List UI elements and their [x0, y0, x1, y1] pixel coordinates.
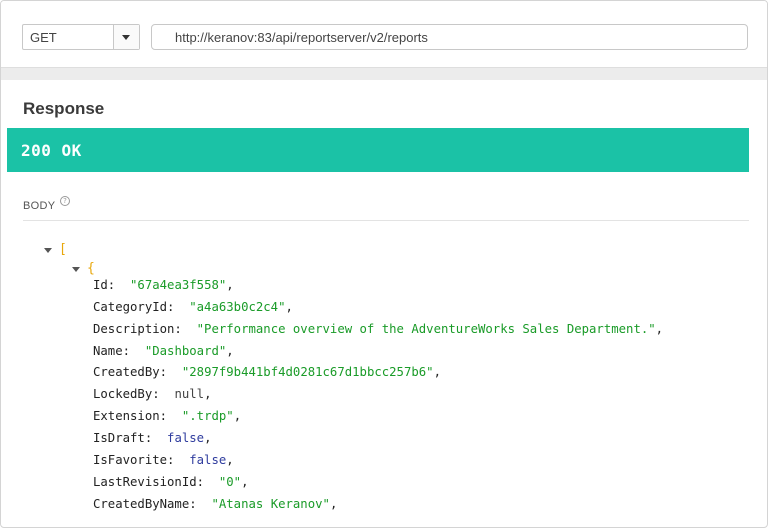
json-field-row: IsDraft: false,	[93, 431, 211, 445]
json-value: "Atanas Keranov"	[211, 496, 330, 511]
json-value: "2897f9b441bf4d0281c67d1bbcc257b6"	[181, 365, 434, 380]
json-key: IsDraft:	[93, 430, 153, 445]
json-field-row: CategoryId: "a4a63b0c2c4",	[93, 300, 293, 314]
json-key: IsFavorite:	[93, 452, 175, 467]
section-divider-strip	[1, 67, 767, 80]
json-value: false	[189, 452, 227, 467]
json-separator: ,	[433, 365, 441, 380]
json-separator: ,	[226, 278, 234, 292]
json-field-row: IsFavorite: false,	[93, 453, 234, 467]
json-key: Name:	[93, 343, 131, 358]
collapse-array-toggle-icon[interactable]	[44, 248, 52, 253]
json-field-row: Description: "Performance overview of th…	[93, 322, 663, 336]
json-separator: ,	[233, 409, 242, 424]
json-separator: ,	[226, 452, 234, 467]
json-field-row: LastRevisionId: "0",	[93, 475, 249, 489]
json-value: "Performance overview of the AdventureWo…	[196, 321, 656, 336]
json-field-row: Id: "67a4ea3f558",	[93, 278, 234, 292]
json-key: LastRevisionId:	[93, 474, 205, 489]
collapse-object-toggle-icon[interactable]	[72, 267, 80, 272]
json-value: "67a4ea3f558"	[130, 278, 227, 292]
json-key: Description:	[93, 321, 182, 336]
json-key: CreatedByName:	[93, 496, 197, 511]
body-divider	[23, 220, 749, 221]
url-input[interactable]	[151, 24, 748, 50]
method-value: GET	[30, 30, 57, 45]
request-bar: GET	[1, 1, 767, 67]
object-open-brace: {	[87, 261, 95, 276]
status-bar: 200 OK	[7, 128, 749, 172]
method-select[interactable]: GET	[22, 24, 140, 50]
body-label: BODY	[23, 200, 56, 212]
json-field-row: CreatedByName: "Atanas Keranov",	[93, 497, 337, 511]
json-field-row: CreatedBy: "2897f9b441bf4d0281c67d1bbcc2…	[93, 365, 441, 379]
json-field-row: LockedBy: null,	[93, 387, 211, 401]
json-key: CreatedBy:	[93, 365, 168, 380]
json-value: "0"	[218, 474, 242, 489]
json-separator: ,	[241, 474, 249, 489]
json-value: ".trdp"	[181, 409, 234, 424]
status-code: 200 OK	[21, 141, 82, 160]
json-value: "Dashboard"	[144, 343, 227, 358]
json-field-row: Name: "Dashboard",	[93, 344, 234, 358]
json-key: CategoryId:	[93, 299, 175, 314]
json-key: Extension:	[93, 409, 168, 424]
api-console-panel: GET Response 200 OK BODY ? [ { Id: "67a4…	[0, 0, 768, 528]
method-dropdown-button[interactable]	[113, 25, 139, 49]
json-separator: ,	[285, 299, 293, 314]
json-field-row: Extension: ".trdp",	[93, 409, 241, 423]
json-key: Id:	[93, 278, 116, 292]
response-heading: Response	[23, 99, 105, 118]
json-separator: ,	[204, 387, 212, 402]
json-separator: ,	[204, 430, 212, 445]
json-value: null	[174, 387, 205, 402]
array-open-bracket: [	[59, 242, 67, 257]
help-icon[interactable]: ?	[60, 196, 70, 206]
json-value: "a4a63b0c2c4"	[189, 299, 286, 314]
chevron-down-icon	[122, 35, 130, 40]
json-separator: ,	[226, 343, 234, 358]
json-value: false	[167, 430, 205, 445]
json-key: LockedBy:	[93, 387, 160, 402]
json-separator: ,	[655, 321, 664, 336]
json-separator: ,	[329, 496, 338, 511]
